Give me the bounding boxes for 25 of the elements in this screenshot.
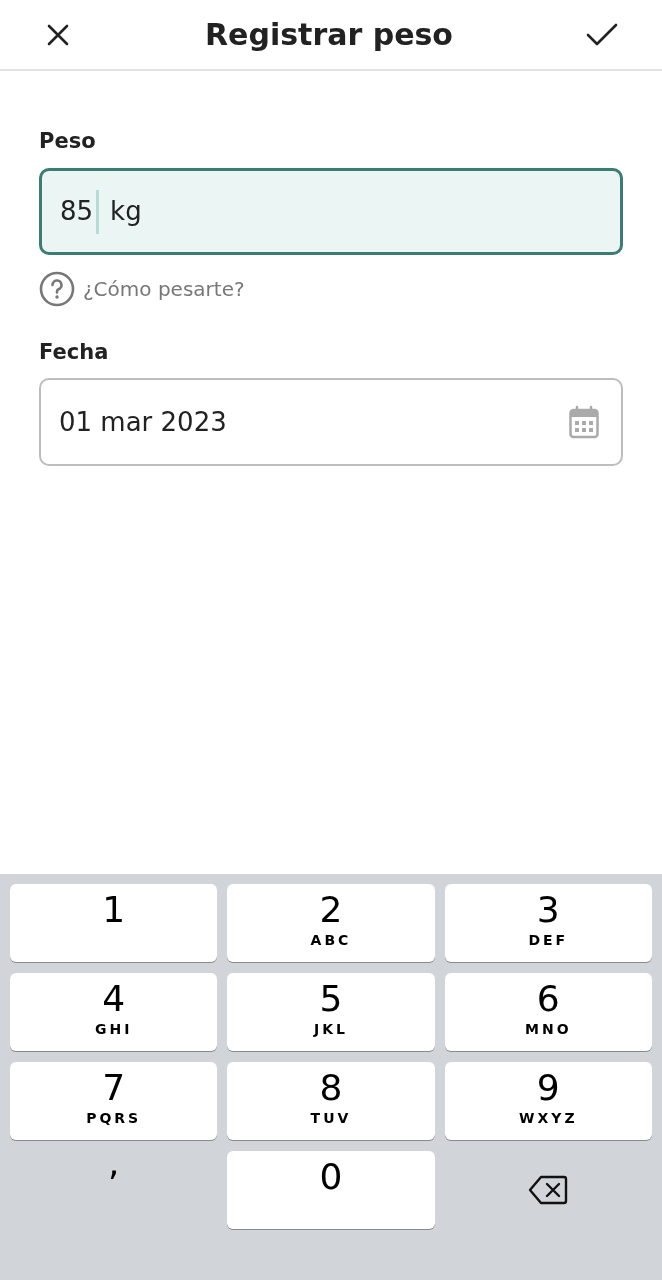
digit-key[interactable]: 4 GHI	[10, 973, 218, 1051]
digit-key[interactable]: 3 DEF	[444, 884, 652, 962]
date-input-field[interactable]: 01 mar 2023	[39, 378, 623, 466]
digit-key[interactable]: 9 WXYZ	[444, 1062, 652, 1140]
screen-title: Registrar peso	[205, 16, 453, 54]
digit-key[interactable]: 2 ABC	[227, 884, 435, 962]
digit-key[interactable]: 7 PQRS	[10, 1062, 218, 1140]
digit-key[interactable]: 1	[10, 884, 218, 962]
help-link[interactable]: ¿Cómo pesarte?	[39, 271, 623, 307]
date-value: 01 mar 2023	[59, 405, 227, 439]
field-label: Fecha	[39, 339, 110, 366]
question-icon	[39, 271, 75, 307]
calendar-icon	[569, 405, 599, 439]
weight-value: 85	[60, 195, 94, 228]
checkmark-icon	[586, 22, 618, 47]
field-label: Peso	[39, 128, 97, 155]
unit-label: kg	[110, 195, 142, 228]
backspace-icon	[528, 1174, 569, 1206]
digit-key[interactable]: 6 MNO	[444, 973, 652, 1051]
weight-input-field[interactable]: 85 kg	[39, 168, 623, 255]
digit-key[interactable]: 8 TUV	[227, 1062, 435, 1140]
close-icon	[46, 22, 70, 47]
digit-key[interactable]: 5 JKL	[227, 973, 435, 1051]
digit-key[interactable]: 0	[227, 1151, 435, 1229]
comma-key[interactable]: ,	[10, 1151, 218, 1229]
